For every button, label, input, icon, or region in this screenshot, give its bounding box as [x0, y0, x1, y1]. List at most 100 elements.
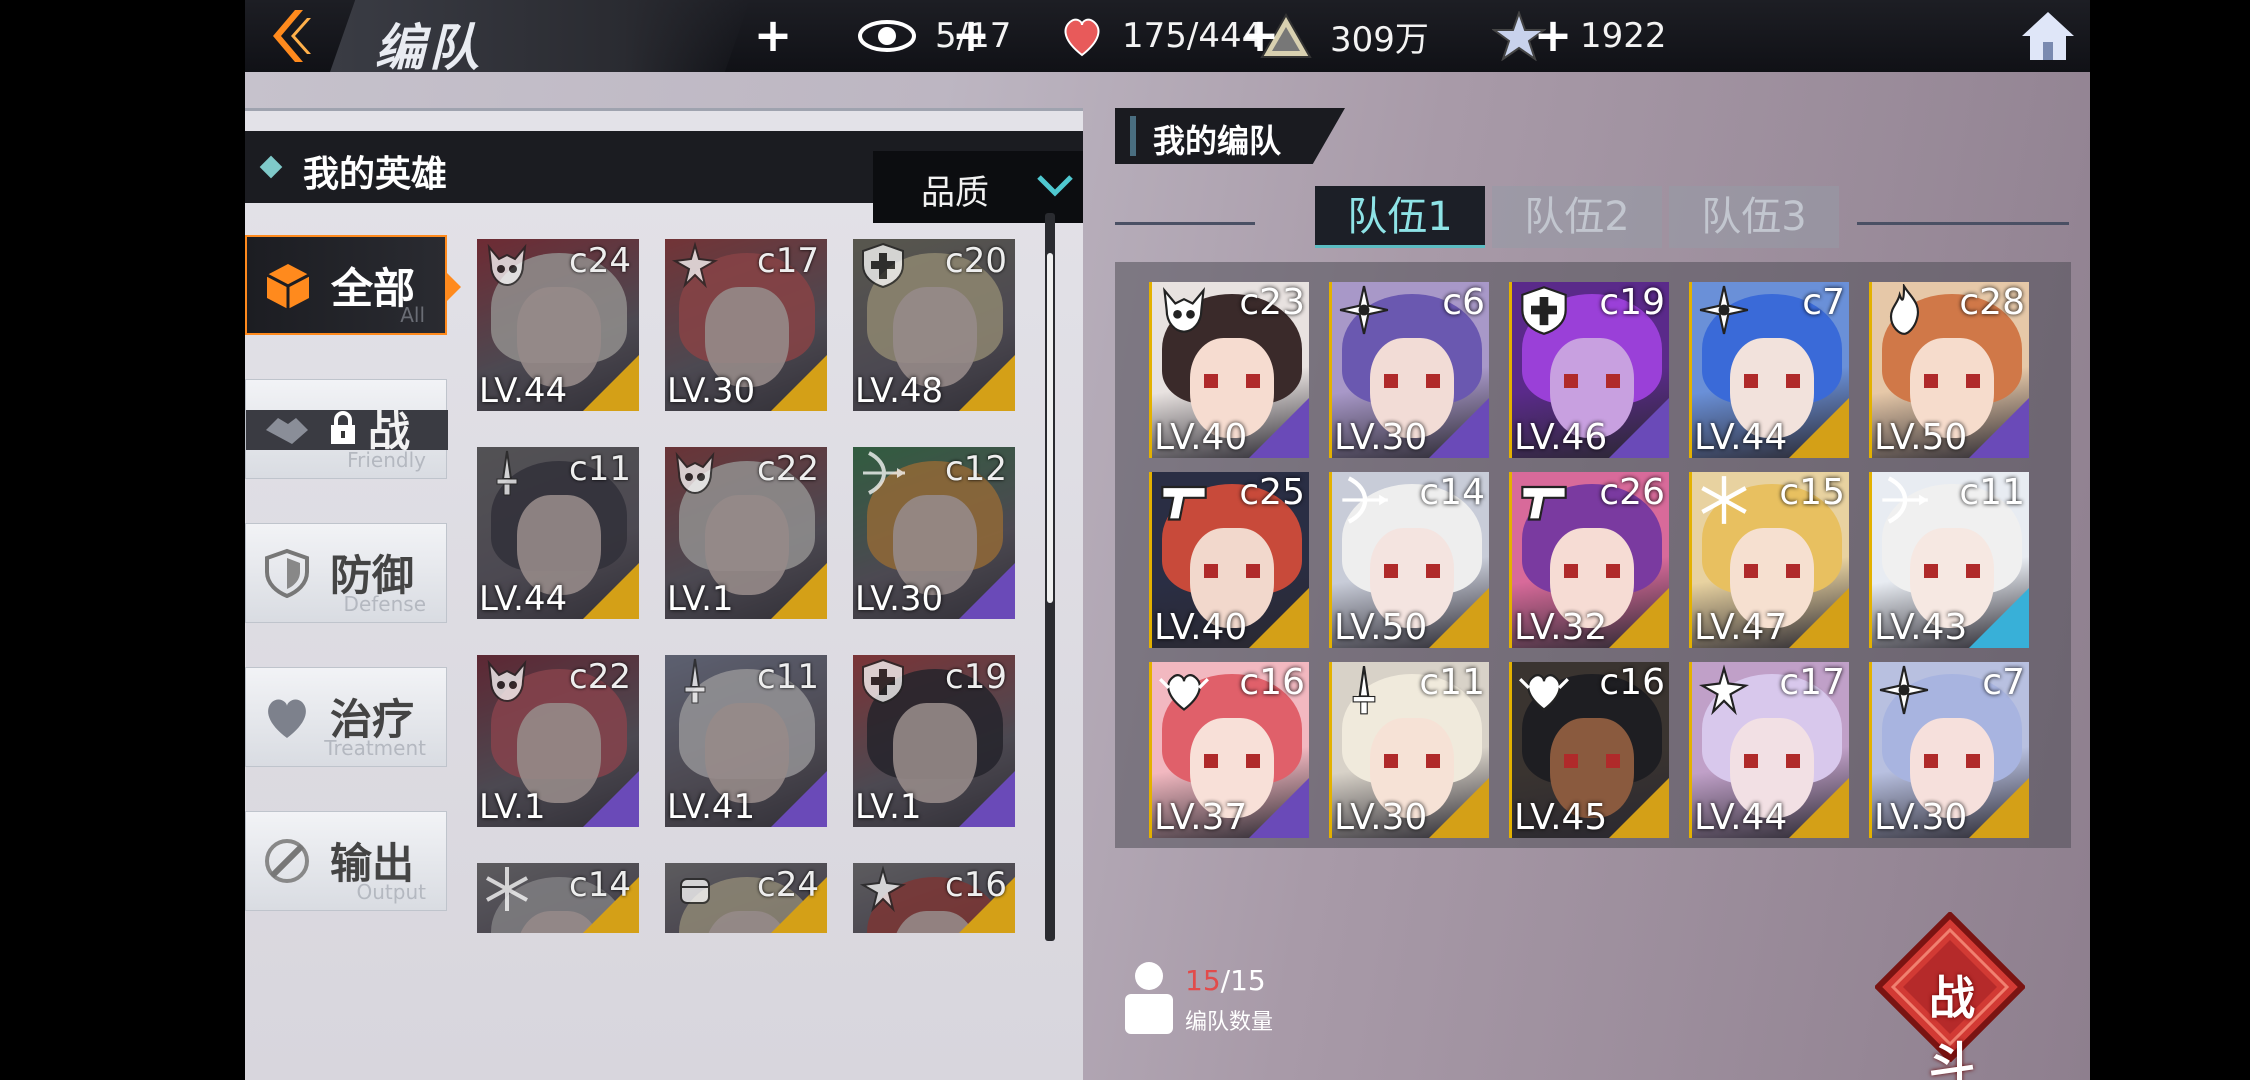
team-eyes	[1744, 564, 1800, 578]
team-rarity-corner	[1789, 588, 1849, 648]
team-slot-card[interactable]: c7 LV.30	[1869, 662, 2029, 838]
team-slot-card[interactable]: c6 LV.30	[1329, 282, 1489, 458]
selected-arrow	[447, 273, 461, 301]
hero-rarity-corner	[583, 355, 639, 411]
team-rarity-corner	[1609, 588, 1669, 648]
scrollbar-thumb[interactable]	[1047, 253, 1053, 603]
hero-list-scrollbar[interactable]	[1045, 213, 1055, 941]
dagger-class-icon	[496, 450, 518, 496]
team-slot-card[interactable]: c15 LV.47	[1689, 472, 1849, 648]
add-crystal-button[interactable]: +	[1240, 12, 1280, 58]
hero-rarity-corner	[583, 563, 639, 619]
my-heroes-panel: 我的英雄 品质 全部 All 战 Friendly 防御 Defense 治疗 …	[245, 108, 1083, 1080]
team-slot-card[interactable]: c11 LV.43	[1869, 472, 2029, 648]
team-rarity-corner	[1969, 588, 2029, 648]
filter-friendly-button[interactable]: 战 Friendly	[245, 379, 448, 479]
hero-cost: c11	[757, 657, 819, 697]
team-rarity-corner	[1789, 778, 1849, 838]
team-rarity-corner	[1249, 588, 1309, 648]
tab-team-1[interactable]: 队伍1	[1315, 186, 1485, 248]
hero-card[interactable]: c22 LV.1	[477, 655, 639, 827]
hero-level: LV.48	[855, 371, 944, 411]
hero-rarity-corner	[959, 771, 1015, 827]
team-eyes	[1564, 754, 1620, 768]
tab-divider-left	[1115, 222, 1255, 225]
app-root: 编队 5/17 + 175/444 + 309万 + 1922 + 我的英雄 品…	[0, 0, 2250, 1080]
team-slot-card[interactable]: c25 LV.40	[1149, 472, 1309, 648]
resource-crystal-value: 309万	[1330, 19, 1429, 60]
filter-treatment-sub: Treatment	[324, 736, 426, 760]
shuriken-class-icon	[1879, 665, 1929, 715]
hero-cost: c14	[569, 865, 631, 905]
team-slot-card[interactable]: c7 LV.44	[1689, 282, 1849, 458]
team-level: LV.46	[1514, 417, 1608, 458]
resource-heart: 175/444	[1060, 12, 1263, 60]
hero-cost: c19	[945, 657, 1007, 697]
add-heart-button[interactable]: +	[951, 12, 991, 58]
team-cost: c16	[1239, 662, 1305, 703]
team-rarity-corner	[1969, 778, 2029, 838]
my-team-title: 我的编队	[1153, 122, 1282, 160]
hero-card[interactable]: c14	[477, 863, 639, 933]
hero-card[interactable]: c24	[665, 863, 827, 933]
team-eyes	[1924, 564, 1980, 578]
team-slot-card[interactable]: c17 LV.44	[1689, 662, 1849, 838]
hero-card[interactable]: c22 LV.1	[665, 447, 827, 619]
team-level: LV.47	[1694, 607, 1788, 648]
tab-team-3[interactable]: 队伍3	[1669, 186, 1839, 248]
tab-team-2[interactable]: 队伍2	[1492, 186, 1662, 248]
hero-level: LV.44	[479, 579, 568, 619]
team-slot-card[interactable]: c26 LV.32	[1509, 472, 1669, 648]
cross-shield-class-icon	[1521, 286, 1567, 335]
add-star-button[interactable]: +	[1533, 12, 1573, 58]
hero-card[interactable]: c12 LV.30	[853, 447, 1015, 619]
add-eye-button[interactable]: +	[753, 12, 793, 58]
team-slot-card[interactable]: c23 LV.40	[1149, 282, 1309, 458]
hero-card[interactable]: c20 LV.48	[853, 239, 1015, 411]
filter-defense-button[interactable]: 防御 Defense	[245, 523, 447, 623]
team-label-bar	[1130, 116, 1136, 156]
horned-skull-class-icon	[1163, 287, 1205, 333]
heart-wing-class-icon	[1159, 674, 1209, 711]
team-cost: c28	[1959, 282, 2025, 323]
team-eyes	[1924, 754, 1980, 768]
team-cost: c7	[1982, 662, 2025, 703]
team-rarity-corner	[1249, 778, 1309, 838]
back-arrow-icon	[273, 10, 311, 62]
hero-card[interactable]: c11 LV.41	[665, 655, 827, 827]
team-eyes	[1564, 374, 1620, 388]
team-count-current: 15	[1185, 964, 1221, 997]
hero-level: LV.30	[667, 371, 756, 411]
heart-icon	[1064, 18, 1100, 57]
team-level: LV.45	[1514, 797, 1608, 838]
hero-card[interactable]: c16	[853, 863, 1015, 933]
team-cost: c16	[1599, 662, 1665, 703]
hero-card[interactable]: c17 LV.30	[665, 239, 827, 411]
team-slot-card[interactable]: c11 LV.30	[1329, 662, 1489, 838]
team-level: LV.40	[1154, 417, 1248, 458]
hero-level: LV.41	[667, 787, 756, 827]
winged-star-class-icon	[671, 241, 719, 289]
team-slot-card[interactable]: c28 LV.50	[1869, 282, 2029, 458]
filter-output-button[interactable]: 输出 Output	[245, 811, 447, 911]
team-slot-card[interactable]: c16 LV.45	[1509, 662, 1669, 838]
hero-card[interactable]: c24 LV.44	[477, 239, 639, 411]
hero-card[interactable]: c11 LV.44	[477, 447, 639, 619]
back-button[interactable]	[261, 6, 321, 66]
filter-treatment-button[interactable]: 治疗 Treatment	[245, 667, 447, 767]
team-eyes	[1384, 564, 1440, 578]
team-rarity-corner	[1429, 398, 1489, 458]
team-formation-grid: c23 LV.40 c6 LV.30 c19 LV.46 c7 LV.44 c2…	[1115, 262, 2071, 848]
heart-icon	[268, 699, 306, 738]
team-cost: c11	[1959, 472, 2025, 513]
team-slot-card[interactable]: c14 LV.50	[1329, 472, 1489, 648]
hero-card[interactable]: c19 LV.1	[853, 655, 1015, 827]
home-button[interactable]	[2020, 8, 2076, 64]
team-count: 15/15 编队数量	[1115, 960, 1355, 1040]
team-cost: c14	[1419, 472, 1485, 513]
team-slot-card[interactable]: c16 LV.37	[1149, 662, 1309, 838]
page-title: 编队	[375, 19, 483, 77]
team-slot-card[interactable]: c19 LV.46	[1509, 282, 1669, 458]
hero-cost: c22	[757, 449, 819, 489]
filter-all-button[interactable]: 全部 All	[245, 235, 461, 335]
